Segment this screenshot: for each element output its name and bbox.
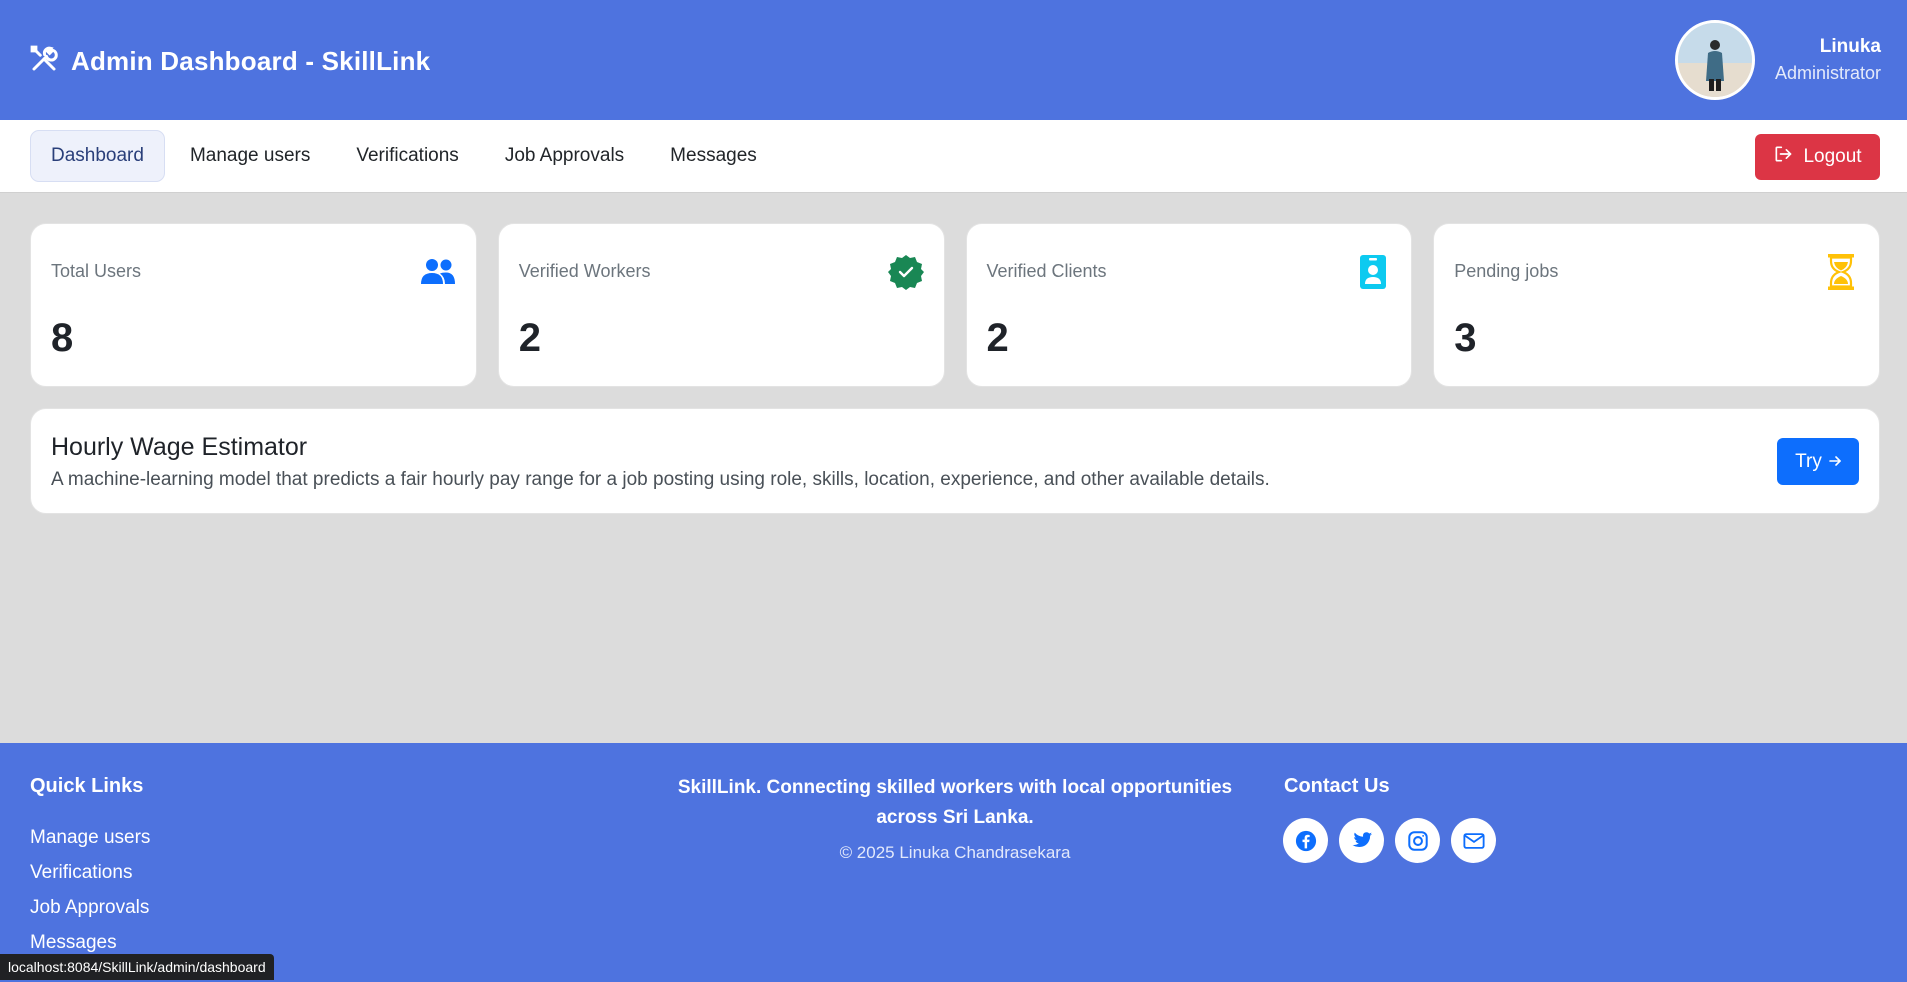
avatar[interactable] xyxy=(1674,20,1755,100)
nav-item-job-approvals[interactable]: Job Approvals xyxy=(484,130,645,182)
nav-item-verifications[interactable]: Verifications xyxy=(335,130,479,182)
wage-estimator-card: Hourly Wage Estimator A machine-learning… xyxy=(30,408,1880,514)
stat-value: 2 xyxy=(986,316,1009,360)
logout-label: Logout xyxy=(1803,146,1862,167)
twitter-icon[interactable] xyxy=(1339,818,1384,863)
footer-link-verifications[interactable]: Verifications xyxy=(30,855,150,890)
nav-items: Dashboard Manage users Verifications Job… xyxy=(30,130,778,182)
estimator-description: A machine-learning model that predicts a… xyxy=(51,469,1270,490)
quick-links-title: Quick Links xyxy=(30,775,144,797)
stat-value: 8 xyxy=(51,316,74,360)
page-title: Admin Dashboard - SkillLink xyxy=(71,46,431,76)
user-info: Linuka Administrator xyxy=(1775,34,1881,86)
stat-label: Verified Clients xyxy=(986,261,1107,281)
email-icon[interactable] xyxy=(1451,818,1496,863)
user-role: Administrator xyxy=(1774,63,1881,83)
nav-item-messages[interactable]: Messages xyxy=(649,130,778,182)
users-icon xyxy=(420,254,456,290)
nav-item-dashboard[interactable]: Dashboard xyxy=(30,130,165,182)
id-badge-icon xyxy=(1355,254,1391,290)
status-bar-url: localhost:8084/SkillLink/admin/dashboard xyxy=(0,954,274,980)
facebook-icon[interactable] xyxy=(1283,818,1328,863)
try-label: Try xyxy=(1795,450,1822,472)
nav-item-manage-users[interactable]: Manage users xyxy=(169,130,331,182)
footer-link-job-approvals[interactable]: Job Approvals xyxy=(30,890,150,925)
tools-icon xyxy=(29,44,59,79)
stat-label: Verified Workers xyxy=(518,261,651,281)
stat-value: 3 xyxy=(1454,316,1477,360)
footer: Quick Links Manage users Verifications J… xyxy=(0,743,1907,982)
stat-card-verified-workers: Verified Workers 2 xyxy=(497,223,945,387)
stat-card-total-users: Total Users 8 xyxy=(30,223,477,387)
try-button[interactable]: Try xyxy=(1777,438,1859,485)
hourglass-icon xyxy=(1823,254,1859,290)
arrow-right-icon xyxy=(1829,451,1841,473)
footer-tagline: SkillLink. Connecting skilled workers wi… xyxy=(677,777,1233,828)
main-nav: Dashboard Manage users Verifications Job… xyxy=(0,120,1907,193)
logout-icon xyxy=(1773,144,1793,170)
stat-value: 2 xyxy=(518,316,541,360)
instagram-icon[interactable] xyxy=(1395,818,1440,863)
stat-label: Pending jobs xyxy=(1454,261,1559,281)
logout-button[interactable]: Logout xyxy=(1755,134,1880,180)
user-profile[interactable]: Linuka Administrator xyxy=(1674,20,1881,100)
stat-card-verified-clients: Verified Clients 2 xyxy=(965,223,1413,387)
verified-badge-icon xyxy=(887,254,924,290)
quick-links-list: Manage users Verifications Job Approvals… xyxy=(30,820,150,960)
contact-title: Contact Us xyxy=(1284,775,1390,797)
top-header: Admin Dashboard - SkillLink Linuka Admin… xyxy=(0,0,1907,120)
social-links xyxy=(1283,818,1496,863)
user-name: Linuka xyxy=(1819,36,1881,57)
estimator-title: Hourly Wage Estimator xyxy=(51,433,308,461)
stat-card-pending-jobs: Pending jobs 3 xyxy=(1433,223,1880,387)
brand: Admin Dashboard - SkillLink xyxy=(29,44,430,79)
copyright: © 2025 Linuka Chandrasekara xyxy=(839,843,1071,862)
footer-link-manage-users[interactable]: Manage users xyxy=(30,820,150,855)
stat-label: Total Users xyxy=(51,261,142,281)
stat-cards: Total Users 8 Verified Workers 2 Verifie… xyxy=(30,223,1880,387)
